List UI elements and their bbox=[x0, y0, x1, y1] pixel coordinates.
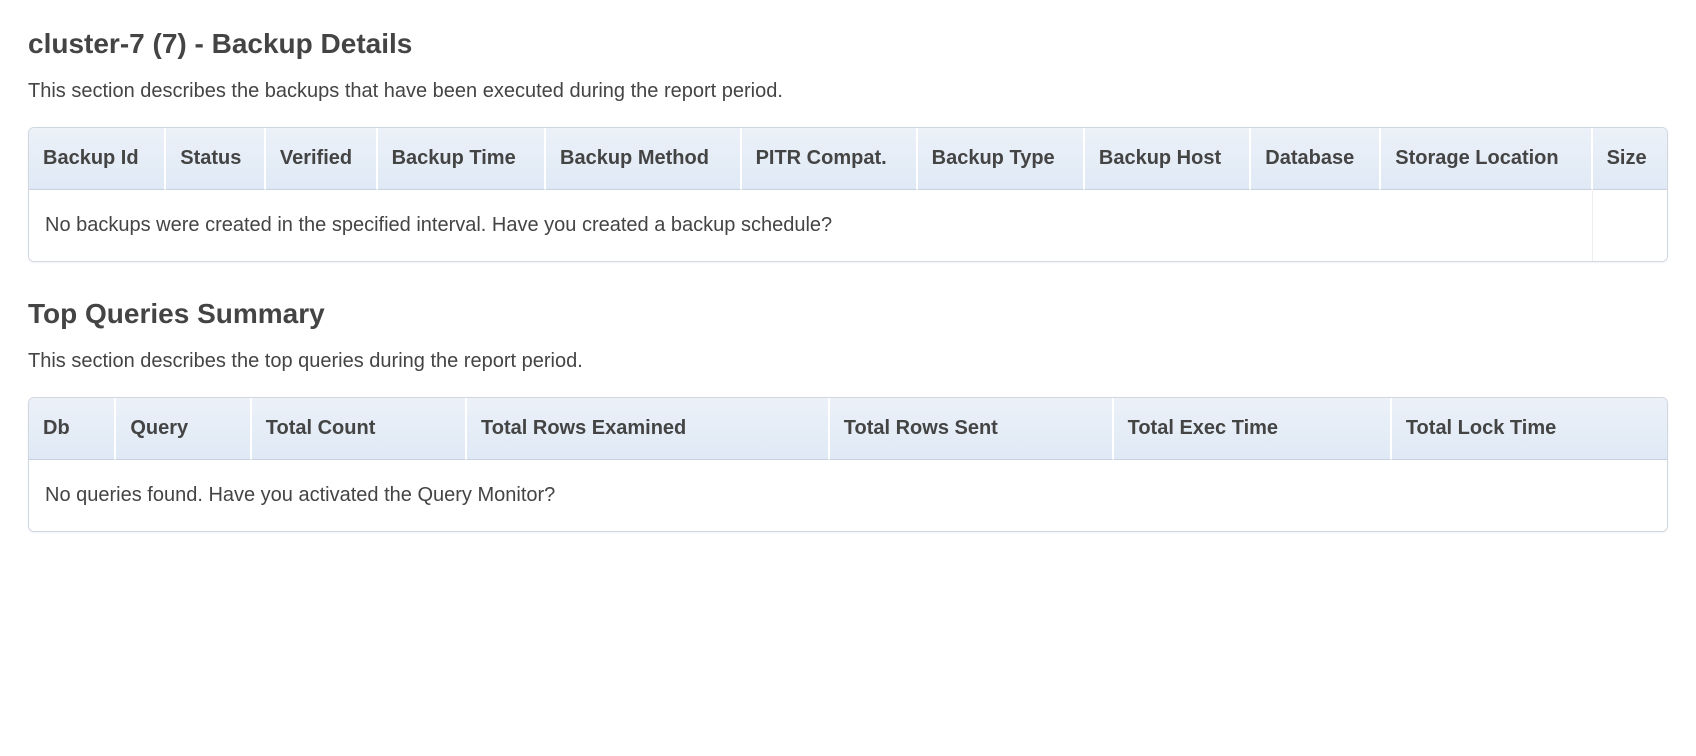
col-db: Db bbox=[29, 398, 116, 460]
queries-empty-message: No queries found. Have you activated the… bbox=[29, 460, 1667, 531]
backup-table-empty-row: No backups were created in the specified… bbox=[29, 190, 1667, 261]
col-size: Size bbox=[1593, 128, 1667, 190]
backup-table-header-row: Backup Id Status Verified Backup Time Ba… bbox=[29, 128, 1667, 190]
queries-table-header-row: Db Query Total Count Total Rows Examined… bbox=[29, 398, 1667, 460]
col-verified: Verified bbox=[266, 128, 378, 190]
col-total-count: Total Count bbox=[252, 398, 467, 460]
col-query: Query bbox=[116, 398, 251, 460]
col-backup-method: Backup Method bbox=[546, 128, 742, 190]
col-total-rows-sent: Total Rows Sent bbox=[830, 398, 1114, 460]
col-backup-id: Backup Id bbox=[29, 128, 166, 190]
col-database: Database bbox=[1251, 128, 1381, 190]
queries-table-empty-row: No queries found. Have you activated the… bbox=[29, 460, 1667, 531]
col-total-exec-time: Total Exec Time bbox=[1114, 398, 1392, 460]
col-backup-type: Backup Type bbox=[918, 128, 1085, 190]
backup-details-title: cluster-7 (7) - Backup Details bbox=[28, 28, 1668, 60]
top-queries-table: Db Query Total Count Total Rows Examined… bbox=[28, 397, 1668, 532]
col-total-rows-examined: Total Rows Examined bbox=[467, 398, 830, 460]
backup-empty-cell bbox=[1593, 190, 1667, 261]
col-total-lock-time: Total Lock Time bbox=[1392, 398, 1667, 460]
col-pitr-compat: PITR Compat. bbox=[742, 128, 918, 190]
backup-details-table: Backup Id Status Verified Backup Time Ba… bbox=[28, 127, 1668, 262]
top-queries-title: Top Queries Summary bbox=[28, 298, 1668, 330]
col-backup-host: Backup Host bbox=[1085, 128, 1251, 190]
backup-details-description: This section describes the backups that … bbox=[28, 80, 1668, 103]
top-queries-section: Top Queries Summary This section describ… bbox=[28, 298, 1668, 532]
backup-details-section: cluster-7 (7) - Backup Details This sect… bbox=[28, 28, 1668, 262]
col-storage-location: Storage Location bbox=[1381, 128, 1592, 190]
col-status: Status bbox=[166, 128, 266, 190]
top-queries-description: This section describes the top queries d… bbox=[28, 350, 1668, 373]
col-backup-time: Backup Time bbox=[378, 128, 546, 190]
backup-empty-message: No backups were created in the specified… bbox=[29, 190, 1593, 261]
